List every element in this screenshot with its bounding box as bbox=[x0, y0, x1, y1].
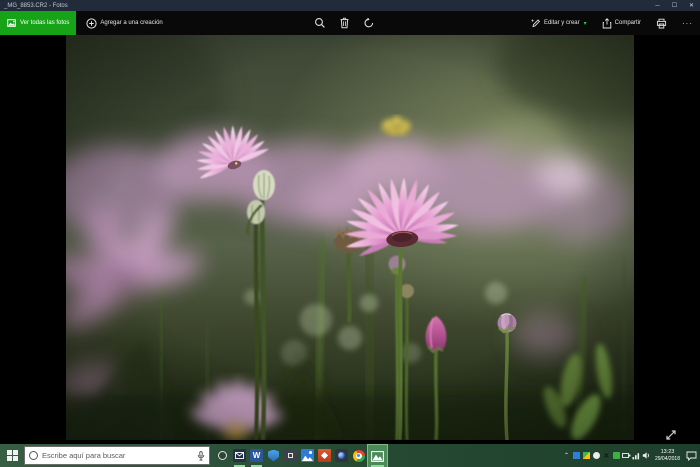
taskbar-defender-button[interactable] bbox=[265, 444, 282, 467]
minimize-button[interactable]: ─ bbox=[649, 0, 666, 11]
trash-icon bbox=[339, 17, 350, 29]
zoom-button[interactable] bbox=[312, 11, 328, 35]
add-to-creation-label: Agregar a una creación bbox=[100, 20, 162, 26]
app-toolbar: Ver todas las fotos Agregar a una creaci… bbox=[0, 11, 700, 35]
add-creation-icon bbox=[86, 18, 97, 29]
clock-time: 13:23 bbox=[661, 449, 675, 456]
action-center-icon[interactable] bbox=[684, 444, 698, 467]
taskbar-cortana-button[interactable] bbox=[214, 444, 231, 467]
mail-icon bbox=[233, 449, 246, 462]
screen: _MG_8853.CR2 - Fotos ─ ☐ ✕ Ver todas las… bbox=[0, 0, 700, 467]
microphone-icon[interactable] bbox=[197, 451, 205, 461]
taskbar-photos-blue-button[interactable] bbox=[299, 444, 316, 467]
photo-collection-icon bbox=[7, 18, 17, 28]
photos-blue-icon bbox=[301, 449, 314, 462]
taskbar-word-button[interactable]: W bbox=[248, 444, 265, 467]
search-input[interactable] bbox=[42, 451, 193, 460]
orange-app-icon bbox=[318, 449, 331, 462]
clock-date: 29/04/2018 bbox=[655, 456, 680, 463]
taskbar-orange-app-button[interactable] bbox=[316, 444, 333, 467]
word-icon: W bbox=[250, 449, 263, 462]
title-bar: _MG_8853.CR2 - Fotos ─ ☐ ✕ bbox=[0, 0, 700, 11]
chrome-icon bbox=[353, 450, 365, 462]
edit-pencil-icon bbox=[531, 18, 541, 28]
taskbar-mail-button[interactable] bbox=[231, 444, 248, 467]
share-button[interactable]: Compartir bbox=[598, 11, 645, 35]
battery-icon[interactable] bbox=[622, 444, 631, 467]
shield-icon bbox=[268, 450, 279, 462]
windows-logo-icon bbox=[7, 450, 18, 461]
share-label: Compartir bbox=[615, 20, 641, 26]
tray-chevron-up-icon[interactable]: ⌃ bbox=[562, 444, 571, 467]
window-title: _MG_8853.CR2 - Fotos bbox=[0, 3, 68, 9]
view-all-photos-label: Ver todas las fotos bbox=[20, 20, 69, 26]
tray-blue-square-icon[interactable] bbox=[572, 444, 581, 467]
edit-create-button[interactable]: Editar y crear ▾ bbox=[527, 11, 591, 35]
tray-x-icon[interactable]: ✕ bbox=[602, 444, 611, 467]
ellipsis-icon: ··· bbox=[682, 19, 693, 28]
maximize-button[interactable]: ☐ bbox=[666, 0, 683, 11]
toolbar-center-tools bbox=[312, 11, 377, 35]
add-to-creation-button[interactable]: Agregar a una creación bbox=[82, 11, 166, 35]
taskbar-apps: W bbox=[214, 444, 388, 467]
taskbar-photos-active-button[interactable] bbox=[367, 444, 388, 467]
delete-button[interactable] bbox=[337, 11, 352, 35]
network-icon[interactable] bbox=[632, 444, 641, 467]
rotate-button[interactable] bbox=[361, 11, 377, 35]
toolbar-right-tools: Editar y crear ▾ Compartir ··· bbox=[527, 11, 697, 35]
print-button[interactable] bbox=[652, 11, 671, 35]
taskbar-chrome-button[interactable] bbox=[350, 444, 367, 467]
tray-white-circle-icon[interactable] bbox=[592, 444, 601, 467]
see-more-button[interactable]: ··· bbox=[678, 11, 697, 35]
camera-icon bbox=[335, 449, 348, 462]
window-controls: ─ ☐ ✕ bbox=[649, 0, 700, 11]
taskbar: W ⌃ ✕ bbox=[0, 444, 700, 467]
volume-icon[interactable] bbox=[642, 444, 651, 467]
chevron-down-icon: ▾ bbox=[584, 20, 587, 27]
taskbar-snip-button[interactable] bbox=[282, 444, 299, 467]
edit-create-label: Editar y crear bbox=[544, 20, 580, 26]
photo-canvas bbox=[0, 35, 700, 444]
taskbar-clock[interactable]: 13:23 29/04/2018 bbox=[652, 449, 683, 463]
photos-app-icon bbox=[371, 451, 384, 462]
taskbar-camera-button[interactable] bbox=[333, 444, 350, 467]
rotate-icon bbox=[363, 17, 375, 29]
cortana-icon bbox=[29, 451, 38, 460]
tray-green-square-icon[interactable] bbox=[612, 444, 621, 467]
photo bbox=[66, 35, 634, 440]
search-box[interactable] bbox=[24, 446, 210, 465]
start-button[interactable] bbox=[0, 444, 24, 467]
close-button[interactable]: ✕ bbox=[683, 0, 700, 11]
expand-icon[interactable] bbox=[665, 429, 677, 441]
circle-icon bbox=[218, 451, 227, 460]
tray-drive-icon[interactable] bbox=[582, 444, 591, 467]
system-tray: ⌃ ✕ 13:23 29/04/2018 bbox=[562, 444, 700, 467]
magnifier-icon bbox=[314, 17, 326, 29]
printer-icon bbox=[656, 18, 667, 29]
screenshot-icon bbox=[284, 449, 297, 462]
share-icon bbox=[602, 18, 612, 29]
view-all-photos-button[interactable]: Ver todas las fotos bbox=[0, 11, 76, 35]
